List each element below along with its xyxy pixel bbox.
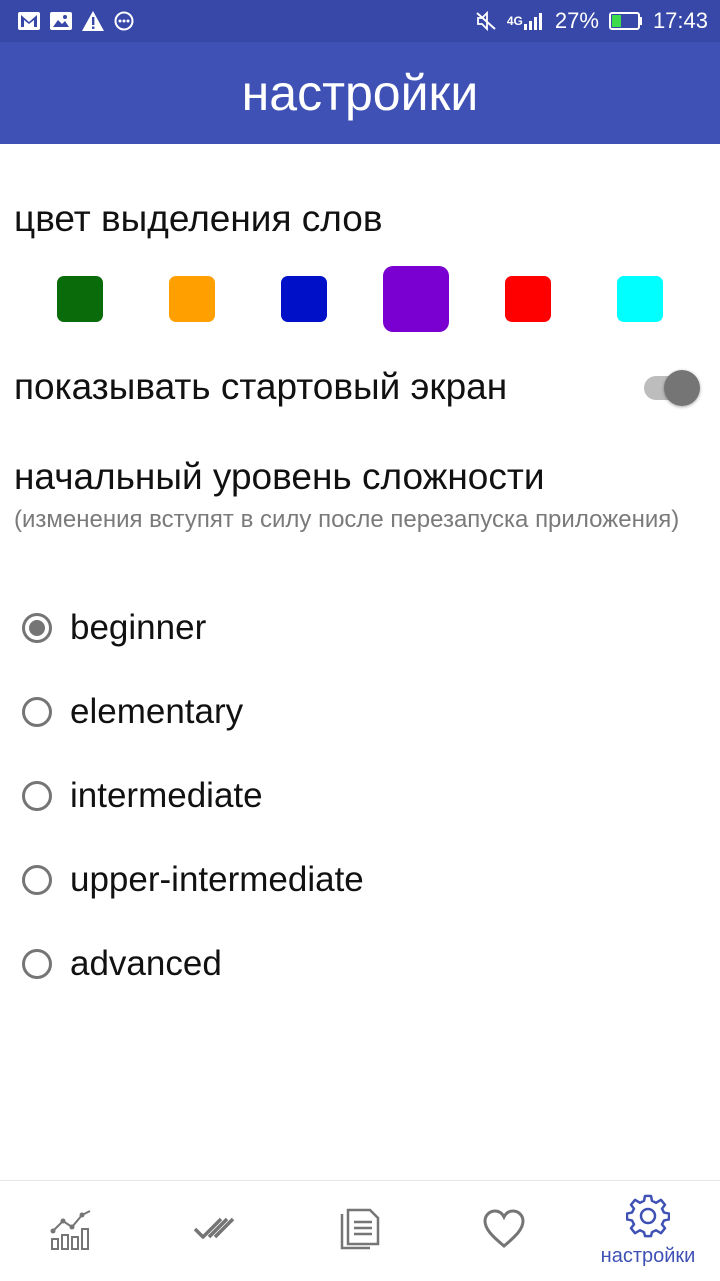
radio-label: advanced bbox=[70, 944, 222, 983]
radio-button[interactable] bbox=[22, 949, 52, 979]
bottom-navigation: настройки bbox=[0, 1180, 720, 1281]
documents-icon bbox=[338, 1206, 382, 1257]
radio-button[interactable] bbox=[22, 865, 52, 895]
radio-label: upper-intermediate bbox=[70, 860, 364, 899]
radio-button[interactable] bbox=[22, 613, 52, 643]
battery-icon bbox=[608, 12, 643, 30]
radio-dot bbox=[29, 620, 45, 636]
warning-icon bbox=[82, 11, 104, 31]
nav-item-settings[interactable]: настройки bbox=[576, 1181, 720, 1281]
gmail-icon bbox=[18, 12, 40, 30]
start-screen-toggle[interactable] bbox=[644, 370, 700, 406]
color-swatch-red[interactable] bbox=[505, 276, 551, 322]
nav-label-settings: настройки bbox=[600, 1245, 696, 1267]
status-bar: 4G 27% 17:43 bbox=[0, 0, 720, 42]
radio-option-elementary[interactable]: elementary bbox=[22, 690, 243, 734]
radio-label: elementary bbox=[70, 692, 244, 731]
gear-icon bbox=[625, 1194, 671, 1243]
color-swatch-purple[interactable] bbox=[383, 266, 449, 332]
start-screen-label: показывать стартовый экран bbox=[14, 366, 508, 407]
more-icon bbox=[114, 11, 134, 31]
color-swatch-green[interactable] bbox=[57, 276, 103, 322]
radio-option-upper-intermediate[interactable]: upper-intermediate bbox=[22, 858, 364, 902]
system-icons: 4G 27% 17:43 bbox=[475, 8, 708, 34]
nav-item-documents[interactable] bbox=[288, 1181, 432, 1281]
network-type: 4G bbox=[506, 14, 523, 28]
toggle-thumb bbox=[664, 370, 700, 406]
app-bar: настройки bbox=[0, 42, 720, 144]
clock: 17:43 bbox=[652, 8, 708, 33]
radio-option-intermediate[interactable]: intermediate bbox=[22, 774, 263, 818]
difficulty-note: (изменения вступят в силу после перезапу… bbox=[14, 506, 680, 533]
radio-button[interactable] bbox=[22, 781, 52, 811]
radio-label: beginner bbox=[70, 608, 207, 647]
mute-icon bbox=[475, 11, 497, 31]
difficulty-title: начальный уровень сложности bbox=[14, 456, 545, 497]
statistics-icon bbox=[48, 1207, 96, 1256]
radio-button[interactable] bbox=[22, 697, 52, 727]
color-swatch-blue[interactable] bbox=[281, 276, 327, 322]
page-title: настройки bbox=[241, 65, 479, 121]
done-all-icon bbox=[193, 1211, 239, 1252]
radio-label: intermediate bbox=[70, 776, 263, 815]
heart-icon bbox=[482, 1208, 526, 1254]
battery-percent: 27% bbox=[554, 8, 599, 33]
color-swatch-row bbox=[0, 266, 720, 332]
radio-option-advanced[interactable]: advanced bbox=[22, 942, 222, 986]
nav-item-statistics[interactable] bbox=[0, 1181, 144, 1281]
color-swatch-cyan[interactable] bbox=[617, 276, 663, 322]
image-icon bbox=[50, 12, 72, 30]
nav-item-favorites[interactable] bbox=[432, 1181, 576, 1281]
notification-icons bbox=[18, 11, 134, 31]
radio-option-beginner[interactable]: beginner bbox=[22, 606, 206, 650]
signal-icon: 4G bbox=[507, 12, 545, 30]
nav-item-learned[interactable] bbox=[144, 1181, 288, 1281]
color-swatch-orange[interactable] bbox=[169, 276, 215, 322]
highlight-color-title: цвет выделения слов bbox=[14, 198, 383, 239]
